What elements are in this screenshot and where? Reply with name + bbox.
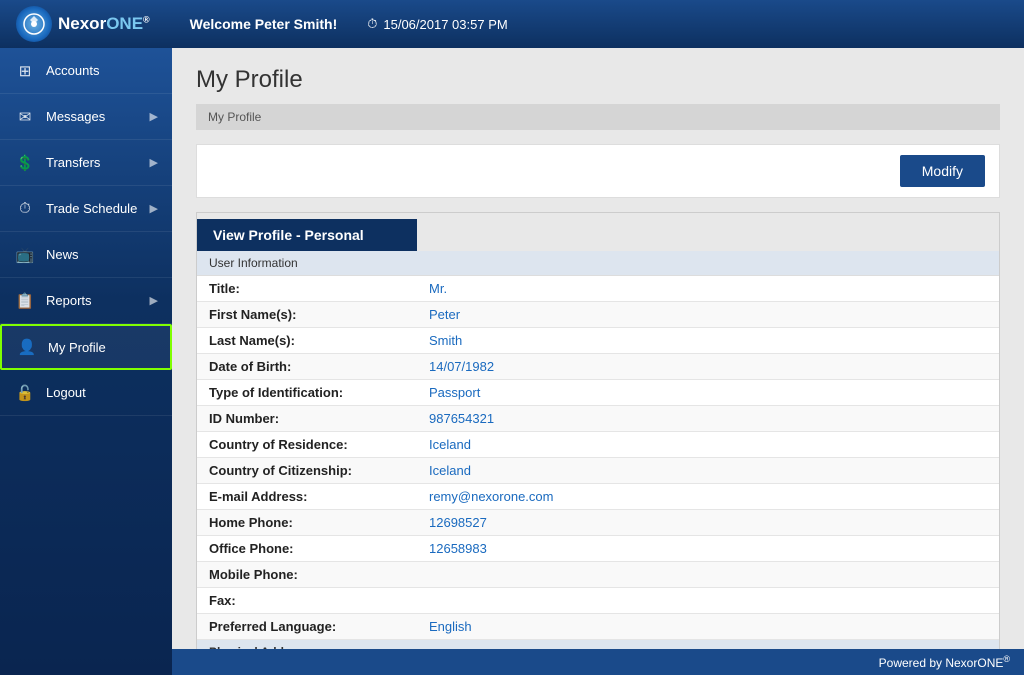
field-value: English bbox=[417, 614, 999, 640]
header: NexorONE® Welcome Peter Smith! ⏱ 15/06/2… bbox=[0, 0, 1024, 48]
field-label: E-mail Address: bbox=[197, 484, 417, 510]
sidebar-item-my-profile[interactable]: 👤 My Profile bbox=[0, 324, 172, 370]
sidebar: ⊞Accounts✉Messages▶💲Transfers▶⏱Trade Sch… bbox=[0, 48, 172, 675]
field-label: Home Phone: bbox=[197, 510, 417, 536]
table-row: Date of Birth:14/07/1982 bbox=[197, 354, 999, 380]
logo-icon bbox=[16, 6, 52, 42]
table-row: Mobile Phone: bbox=[197, 562, 999, 588]
field-label: Mobile Phone: bbox=[197, 562, 417, 588]
field-value: 12658983 bbox=[417, 536, 999, 562]
news-icon: 📺 bbox=[14, 244, 36, 266]
sidebar-label-logout: Logout bbox=[46, 385, 158, 400]
footer: Powered by NexorONE® bbox=[172, 649, 1024, 675]
table-row: First Name(s):Peter bbox=[197, 302, 999, 328]
profile-section: View Profile - Personal User Information… bbox=[196, 212, 1000, 649]
sidebar-label-messages: Messages bbox=[46, 109, 150, 124]
sidebar-item-accounts[interactable]: ⊞ Accounts bbox=[0, 48, 172, 94]
field-value bbox=[417, 588, 999, 614]
content-inner: My Profile My Profile Modify View Profil… bbox=[172, 48, 1024, 649]
welcome-text: Welcome Peter Smith! bbox=[190, 16, 338, 32]
main-layout: ⊞Accounts✉Messages▶💲Transfers▶⏱Trade Sch… bbox=[0, 48, 1024, 675]
reports-icon: 📋 bbox=[14, 290, 36, 312]
clock-icon: ⏱ bbox=[367, 16, 377, 32]
table-row: Last Name(s):Smith bbox=[197, 328, 999, 354]
sidebar-item-news[interactable]: 📺 News bbox=[0, 232, 172, 278]
field-value: 14/07/1982 bbox=[417, 354, 999, 380]
user-info-section-row: User Information bbox=[197, 251, 999, 276]
field-label: First Name(s): bbox=[197, 302, 417, 328]
field-label: Title: bbox=[197, 276, 417, 302]
logo-text: NexorONE® bbox=[58, 14, 150, 34]
field-value bbox=[417, 562, 999, 588]
field-value bbox=[417, 640, 999, 650]
transfers-icon: 💲 bbox=[14, 152, 36, 174]
field-label: ID Number: bbox=[197, 406, 417, 432]
sidebar-item-messages[interactable]: ✉ Messages▶ bbox=[0, 94, 172, 140]
sidebar-label-accounts: Accounts bbox=[46, 63, 158, 78]
table-row: Home Phone:12698527 bbox=[197, 510, 999, 536]
modify-area: Modify bbox=[196, 144, 1000, 198]
field-label: Physical Address bbox=[197, 640, 417, 650]
table-row: Title:Mr. bbox=[197, 276, 999, 302]
logout-icon: 🔓 bbox=[14, 382, 36, 404]
field-label: Country of Residence: bbox=[197, 432, 417, 458]
field-value: 987654321 bbox=[417, 406, 999, 432]
sidebar-item-reports[interactable]: 📋 Reports▶ bbox=[0, 278, 172, 324]
table-row: ID Number:987654321 bbox=[197, 406, 999, 432]
arrow-icon-transfers: ▶ bbox=[150, 156, 158, 169]
table-row: Fax: bbox=[197, 588, 999, 614]
sidebar-label-reports: Reports bbox=[46, 293, 150, 308]
arrow-icon-reports: ▶ bbox=[150, 294, 158, 307]
messages-icon: ✉ bbox=[14, 106, 36, 128]
modify-button[interactable]: Modify bbox=[900, 155, 985, 187]
sidebar-label-my-profile: My Profile bbox=[48, 340, 156, 355]
field-value: Iceland bbox=[417, 458, 999, 484]
header-time: ⏱ 15/06/2017 03:57 PM bbox=[367, 16, 507, 32]
field-value: Mr. bbox=[417, 276, 999, 302]
sidebar-item-transfers[interactable]: 💲 Transfers▶ bbox=[0, 140, 172, 186]
logo: NexorONE® bbox=[16, 6, 150, 42]
field-label: Type of Identification: bbox=[197, 380, 417, 406]
field-value: remy@nexorone.com bbox=[417, 484, 999, 510]
sidebar-item-logout[interactable]: 🔓 Logout bbox=[0, 370, 172, 416]
profile-table: User InformationTitle:Mr.First Name(s):P… bbox=[197, 251, 999, 649]
arrow-icon-messages: ▶ bbox=[150, 110, 158, 123]
table-row: E-mail Address:remy@nexorone.com bbox=[197, 484, 999, 510]
accounts-icon: ⊞ bbox=[14, 60, 36, 82]
section-header: View Profile - Personal bbox=[197, 219, 417, 251]
field-label: Last Name(s): bbox=[197, 328, 417, 354]
field-label: Preferred Language: bbox=[197, 614, 417, 640]
table-row: Preferred Language:English bbox=[197, 614, 999, 640]
content-area: My Profile My Profile Modify View Profil… bbox=[172, 48, 1024, 675]
breadcrumb: My Profile bbox=[196, 104, 1000, 130]
field-value: Peter bbox=[417, 302, 999, 328]
field-label: Office Phone: bbox=[197, 536, 417, 562]
field-label: Fax: bbox=[197, 588, 417, 614]
trade-schedule-icon: ⏱ bbox=[14, 198, 36, 220]
table-row: Country of Citizenship:Iceland bbox=[197, 458, 999, 484]
field-label: Date of Birth: bbox=[197, 354, 417, 380]
sidebar-label-trade-schedule: Trade Schedule bbox=[46, 201, 150, 216]
table-row: Type of Identification:Passport bbox=[197, 380, 999, 406]
table-row: Physical Address bbox=[197, 640, 999, 650]
table-row: Country of Residence:Iceland bbox=[197, 432, 999, 458]
sidebar-label-news: News bbox=[46, 247, 158, 262]
sidebar-label-transfers: Transfers bbox=[46, 155, 150, 170]
field-label: Country of Citizenship: bbox=[197, 458, 417, 484]
field-value: Smith bbox=[417, 328, 999, 354]
sidebar-item-trade-schedule[interactable]: ⏱ Trade Schedule▶ bbox=[0, 186, 172, 232]
table-row: Office Phone:12658983 bbox=[197, 536, 999, 562]
my-profile-icon: 👤 bbox=[16, 336, 38, 358]
page-title: My Profile bbox=[196, 66, 1000, 94]
arrow-icon-trade-schedule: ▶ bbox=[150, 202, 158, 215]
field-value: Passport bbox=[417, 380, 999, 406]
field-value: 12698527 bbox=[417, 510, 999, 536]
field-value: Iceland bbox=[417, 432, 999, 458]
